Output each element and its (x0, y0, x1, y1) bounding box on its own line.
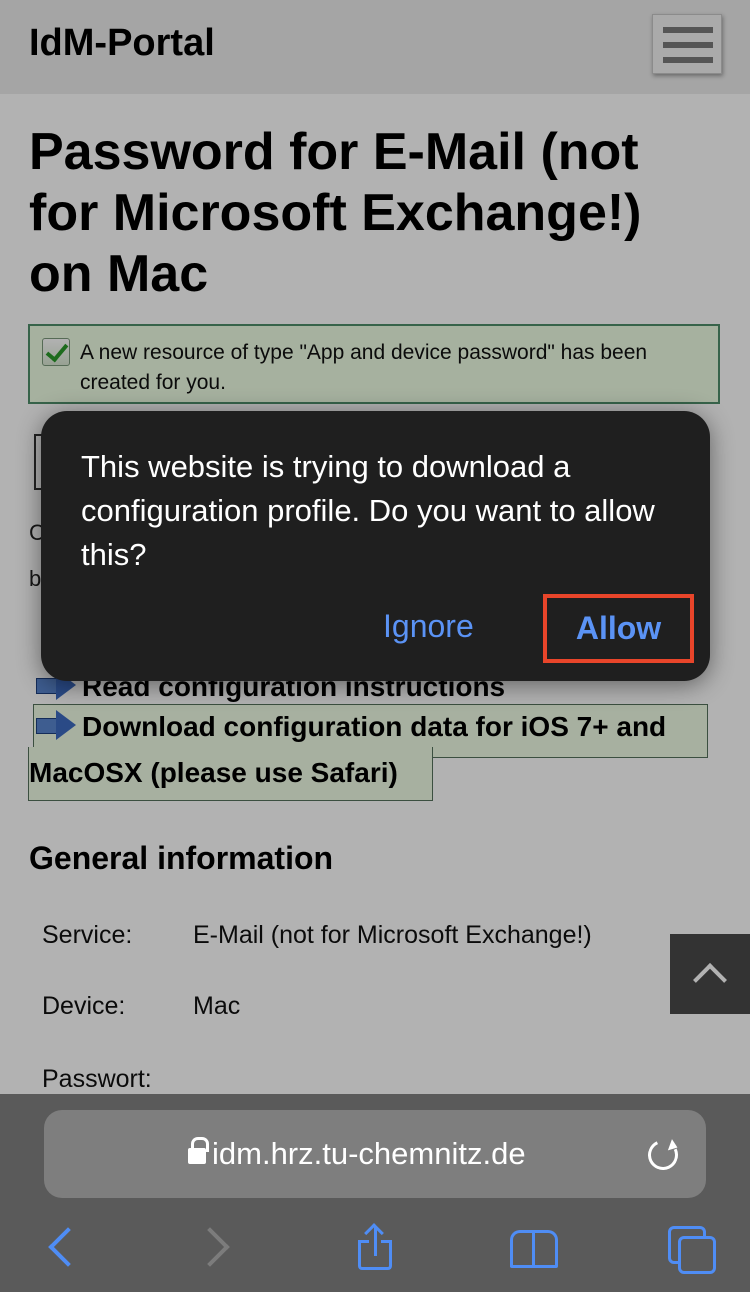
lock-icon (188, 1137, 209, 1167)
url-text[interactable]: idm.hrz.tu-chemnitz.de (212, 1136, 526, 1172)
alert-message: This website is trying to download a con… (81, 449, 655, 572)
forward-icon[interactable] (196, 1224, 244, 1272)
bookmarks-icon[interactable] (508, 1224, 558, 1272)
share-icon[interactable] (352, 1223, 400, 1272)
allow-button[interactable]: Allow (543, 594, 694, 663)
tabs-icon[interactable] (666, 1224, 716, 1274)
ignore-button[interactable]: Ignore (383, 608, 474, 645)
back-icon[interactable] (42, 1224, 90, 1272)
